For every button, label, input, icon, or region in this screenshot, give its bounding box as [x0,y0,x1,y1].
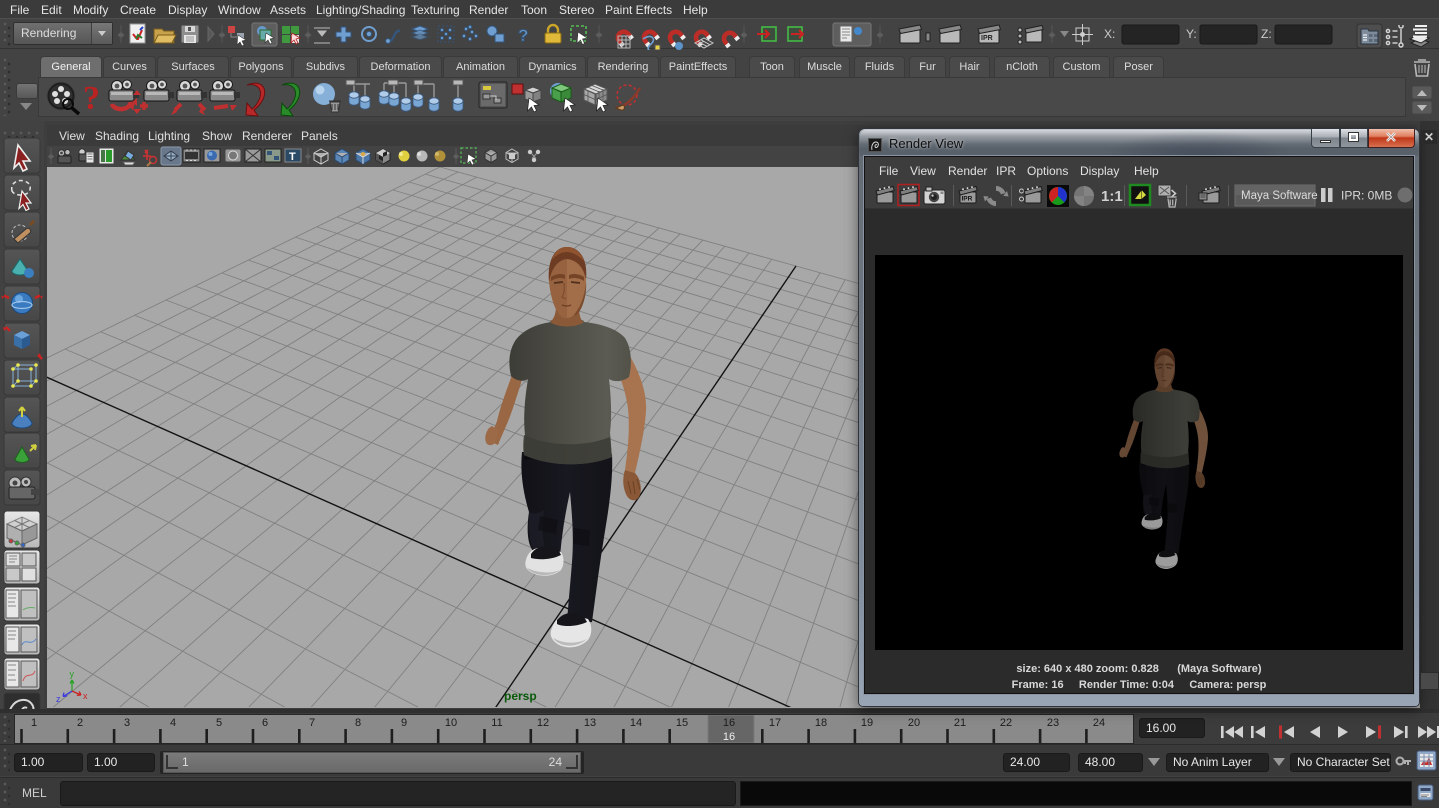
svg-text:IPR: 0MB: IPR: 0MB [1341,189,1392,203]
svg-text:8: 8 [355,717,361,729]
svg-text:15: 15 [676,717,688,729]
svg-text:Z:: Z: [1261,27,1272,41]
svg-text:14: 14 [630,717,642,729]
svg-text:Maya Software: Maya Software [1241,190,1318,202]
svg-text:IPR: IPR [962,196,973,203]
svg-text:16: 16 [723,731,735,743]
svg-text:23: 23 [1047,717,1059,729]
svg-text:2: 2 [77,717,83,729]
svg-text:20: 20 [908,717,920,729]
svg-text:z: z [56,694,61,704]
svg-text:17: 17 [769,717,781,729]
svg-text:10: 10 [445,717,457,729]
svg-text:4: 4 [170,717,176,729]
svg-text:y: y [70,669,75,679]
svg-text:T: T [289,151,296,163]
svg-text:5: 5 [216,717,222,729]
svg-text:21: 21 [954,717,966,729]
svg-text:1:1: 1:1 [1101,188,1123,205]
svg-text:22: 22 [1000,717,1012,729]
svg-text:13: 13 [584,717,596,729]
svg-text:Y:: Y: [1186,27,1197,41]
svg-text:19: 19 [861,717,873,729]
svg-text:6: 6 [262,717,268,729]
svg-text:1: 1 [31,717,37,729]
svg-text:11: 11 [491,717,502,729]
svg-text:9: 9 [401,717,407,729]
svg-text:12: 12 [537,717,549,729]
svg-text:?: ? [83,80,100,117]
svg-text:?: ? [518,26,528,45]
svg-text:18: 18 [815,717,827,729]
svg-text:x: x [83,691,88,701]
svg-text:16: 16 [723,717,735,729]
svg-text:IPR: IPR [981,35,993,42]
svg-text:7: 7 [309,717,315,729]
svg-text:X:: X: [1104,27,1115,41]
svg-text:3: 3 [124,717,130,729]
svg-text:24: 24 [1093,717,1105,729]
svg-text:persp: persp [504,689,537,703]
